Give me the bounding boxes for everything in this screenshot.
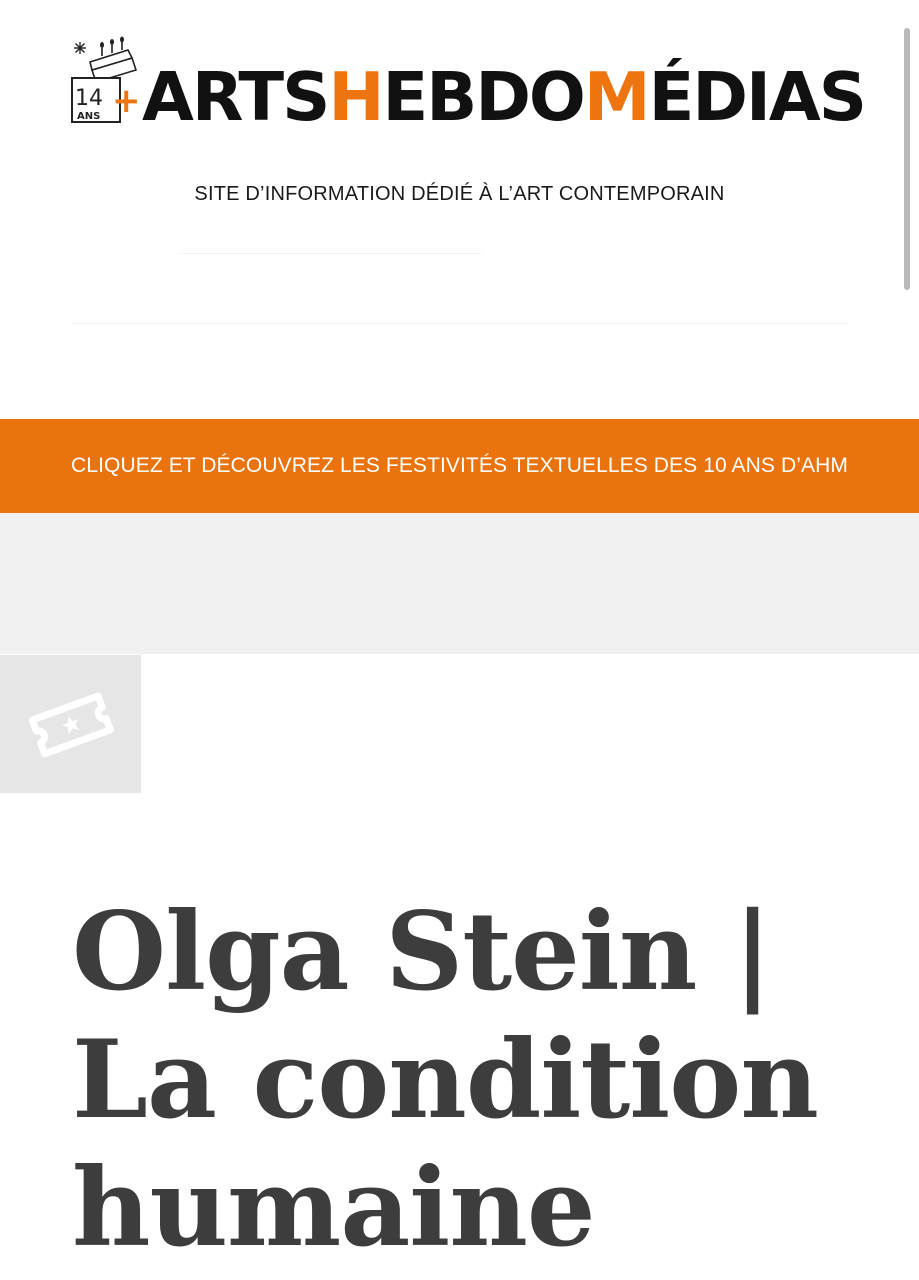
ticket-icon xyxy=(28,692,114,757)
article-title: Olga Stein | La condition humaine xyxy=(72,889,819,1271)
svg-text:+: + xyxy=(112,81,141,121)
logo-part-edias: ÉDIAS xyxy=(648,58,867,136)
site-header: 14 ANS + ARTSHEBDOMÉDIAS SITE D’INFORMAT… xyxy=(0,0,919,419)
anniversary-badge-logo[interactable]: 14 ANS + xyxy=(66,36,142,128)
divider xyxy=(72,323,848,324)
category-ticket-box[interactable] xyxy=(0,655,141,793)
site-logo-wordmark[interactable]: ARTSHEBDOMÉDIAS xyxy=(142,62,867,132)
anniversary-banner-link[interactable]: CLIQUEZ ET DÉCOUVREZ LES FESTIVITÉS TEXT… xyxy=(0,419,919,513)
logo-part-m: M xyxy=(583,58,651,136)
scrollbar[interactable] xyxy=(904,28,910,290)
divider xyxy=(178,253,482,254)
svg-text:14: 14 xyxy=(75,86,103,111)
svg-text:ANS: ANS xyxy=(77,111,100,122)
logo-part-h: H xyxy=(328,58,384,136)
logo-part-ebdo: EBDO xyxy=(382,58,585,136)
logo-part-arts: ARTS xyxy=(142,58,330,136)
site-tagline: SITE D’INFORMATION DÉDIÉ À L’ART CONTEMP… xyxy=(194,183,725,205)
ad-placeholder-band xyxy=(0,513,919,654)
